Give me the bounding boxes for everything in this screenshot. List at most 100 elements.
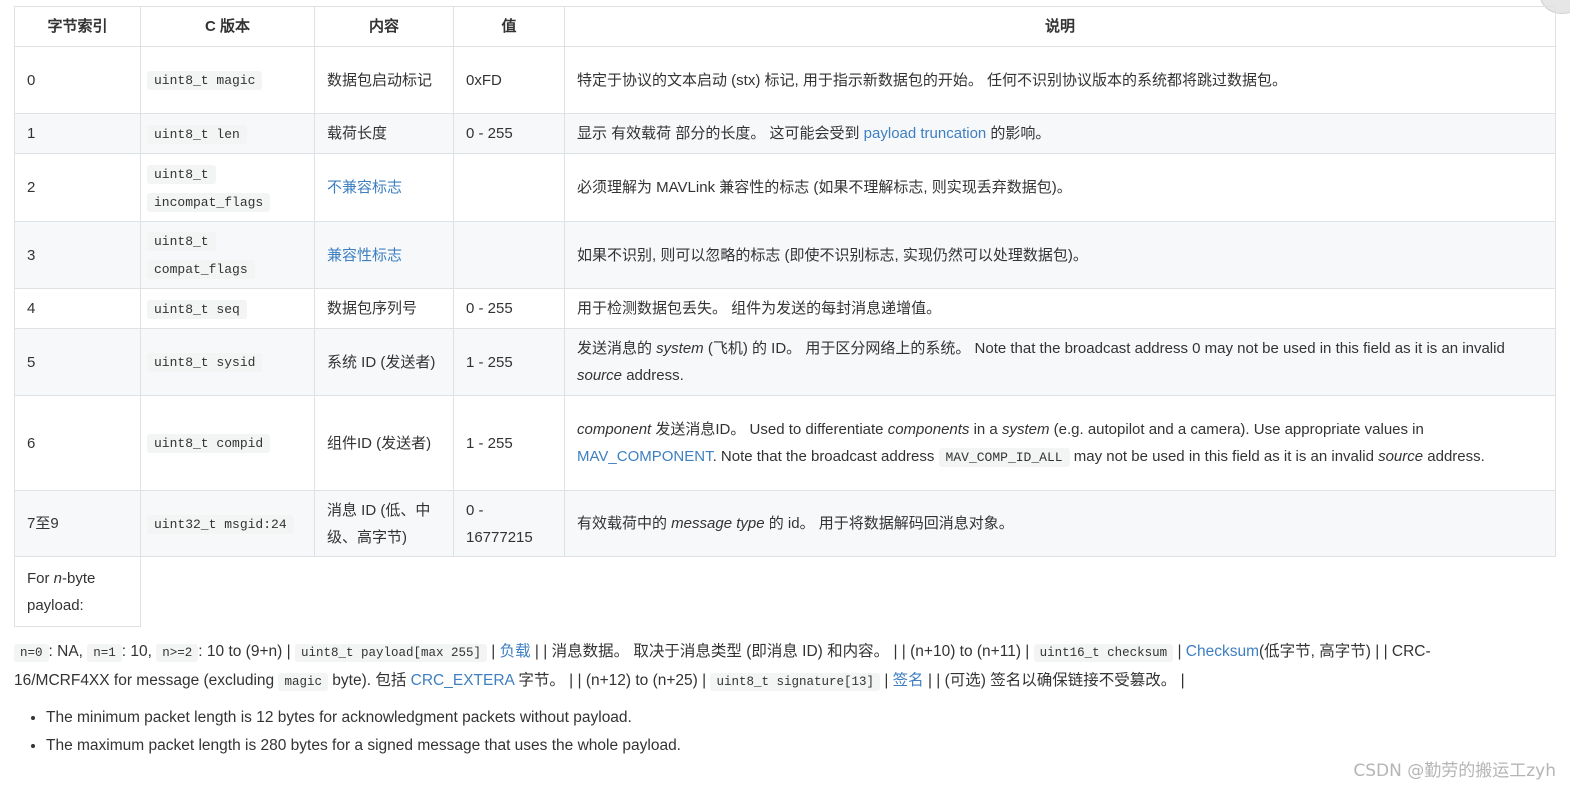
desc-text: (e.g. autopilot and a camera). Use appro… [1049,420,1424,438]
value-cell: 0 - 16777215 [453,490,565,557]
byte-index: 7至9 [14,490,141,557]
desc-emphasis: source [1378,447,1424,465]
description-cell: component 发送消息ID。 Used to differentiate … [564,395,1556,491]
list-item: The minimum packet length is 12 bytes fo… [46,704,681,732]
content-cell: 组件ID (发送者) [314,395,454,491]
desc-text: address. [622,367,684,384]
para-text: | | 消息数据。 取决于消息类型 (即消息 ID) 和内容。 | | (n+1… [530,643,1034,660]
inline-code: magic [278,673,328,691]
description-cell: 如果不识别, 则可以忽略的标志 (即使不识别标志, 实现仍然可以处理数据包)。 [564,221,1556,289]
content-cell: 数据包序列号 [314,288,454,329]
byte-index: 3 [14,221,141,289]
byte-index: 5 [14,328,141,396]
c-type-cell: uint8_t magic [140,46,315,114]
byte-index: 4 [14,288,141,329]
table-row: 6 uint8_t compid 组件ID (发送者) 1 - 255 comp… [14,395,1556,491]
c-type-code: incompat_flags [147,192,271,212]
value-cell: 1 - 255 [453,395,565,491]
header-byte-index: 字节索引 [14,6,141,47]
spec-table-container: 字节索引 C 版本 内容 值 说明 0 uint8_t magic 数据包启动标… [14,6,1556,627]
para-text: | [486,643,500,660]
header-c-version: C 版本 [140,6,315,47]
byte-index: 6 [14,395,141,491]
payload-truncation-link[interactable]: payload truncation [864,125,987,142]
signature-link[interactable]: 签名 [893,672,924,689]
desc-emphasis: component [577,420,652,438]
desc-text: 发送消息ID。 Used to differentiate [651,420,888,438]
c-type-code: uint8_t [147,164,216,184]
para-text: | [880,672,893,689]
value-cell: 0 - 255 [453,288,565,329]
desc-emphasis: system [656,340,704,357]
c-type-cell: uint8_t compat_flags [140,221,315,289]
para-text: : 10 to (9+n) | [198,643,295,660]
content-cell: 兼容性标志 [314,221,454,289]
compat-flags-link[interactable]: 兼容性标志 [327,247,402,264]
packet-length-notes: The minimum packet length is 12 bytes fo… [14,704,681,760]
inline-code: n=1 [87,644,122,662]
para-text: 字节。 | | (n+12) to (n+25) | [514,672,711,689]
table-header-row: 字节索引 C 版本 内容 值 说明 [14,6,1556,47]
table-row: 7至9 uint32_t msgid:24 消息 ID (低、中级、高字节) 0… [14,490,1556,557]
desc-text: 发送消息的 [577,340,657,357]
c-type-cell: uint8_t len [140,113,315,154]
c-type-cell: uint8_t sysid [140,328,315,396]
inline-code: n>=2 [156,644,199,662]
table-row: 4 uint8_t seq 数据包序列号 0 - 255 用于检测数据包丢失。 … [14,288,1556,329]
value-cell [453,221,565,289]
inline-code: n=0 [14,644,49,662]
value-cell: 0 - 255 [453,113,565,154]
c-type-cell: uint32_t msgid:24 [140,490,315,557]
header-description: 说明 [564,6,1556,47]
content-cell: 系统 ID (发送者) [314,328,454,396]
content-cell: 载荷长度 [314,113,454,154]
c-type-code: uint8_t len [147,124,247,144]
crc-extra-link[interactable]: CRC_EXTERA [411,672,514,689]
desc-emphasis: source [577,367,623,384]
description-cell: 特定于协议的文本启动 (stx) 标记, 用于指示新数据包的开始。 任何不识别协… [564,46,1556,114]
header-value: 值 [453,6,565,47]
desc-text: 显示 有效载荷 部分的长度。 这可能会受到 [577,125,864,142]
description-cell: 有效载荷中的 message type 的 id。 用于将数据解码回消息对象。 [564,490,1556,557]
value-cell: 1 - 255 [453,328,565,396]
para-text: | | (可选) 签名以确保链接不受篡改。 | [923,672,1185,689]
desc-text: may not be used in this field as it is a… [1069,447,1379,465]
checksum-link[interactable]: Checksum [1186,643,1259,660]
payload-link[interactable]: 负载 [500,643,531,660]
c-type-code: uint8_t magic [147,71,263,90]
table-row: 2 uint8_t incompat_flags 不兼容标志 必须理解为 MAVL… [14,153,1556,222]
inline-code: uint8_t payload[max 255] [294,644,487,662]
table-row: 3 uint8_t compat_flags 兼容性标志 如果不识别, 则可以忽略… [14,221,1556,289]
trailing-emphasis: n [53,569,63,587]
content-cell: 消息 ID (低、中级、高字节) [314,490,454,557]
para-text: : NA, [48,643,88,660]
desc-text: 的 id。 用于将数据解码回消息对象。 [764,515,1014,532]
content-cell: 不兼容标志 [314,153,454,222]
desc-text: in a [969,420,1002,438]
desc-text: 有效载荷中的 [577,515,672,532]
inline-code: uint8_t signature[13] [710,673,881,691]
list-item: The maximum packet length is 280 bytes f… [46,732,681,760]
mavlink-packet-format-table: 字节索引 C 版本 内容 值 说明 0 uint8_t magic 数据包启动标… [14,6,1556,627]
desc-text: 的影响。 [986,125,1051,142]
byte-index: 2 [14,153,141,222]
description-cell: 发送消息的 system (飞机) 的 ID。 用于区分网络上的系统。 Note… [564,328,1556,396]
c-type-code: uint8_t [147,232,216,251]
byte-index: 0 [14,46,141,114]
byte-index: 1 [14,113,141,154]
trailing-text: For [27,569,54,587]
incompat-flags-link[interactable]: 不兼容标志 [327,179,402,196]
desc-text: address. [1423,447,1485,465]
para-text: : 10, [121,643,157,660]
table-row: 5 uint8_t sysid 系统 ID (发送者) 1 - 255 发送消息… [14,328,1556,396]
header-content: 内容 [314,6,454,47]
c-type-cell: uint8_t incompat_flags [140,153,315,222]
c-type-code: uint8_t sysid [147,353,263,372]
value-cell: 0xFD [453,46,565,114]
c-type-code: uint32_t msgid:24 [147,514,294,534]
c-type-code: uint8_t compid [147,434,271,453]
mav-component-link[interactable]: MAV_COMPONENT [577,448,713,465]
desc-text: (飞机) 的 ID。 用于区分网络上的系统。 Note that the bro… [703,340,1505,357]
inline-code: uint16_t checksum [1033,644,1174,662]
desc-emphasis: components [887,420,970,438]
